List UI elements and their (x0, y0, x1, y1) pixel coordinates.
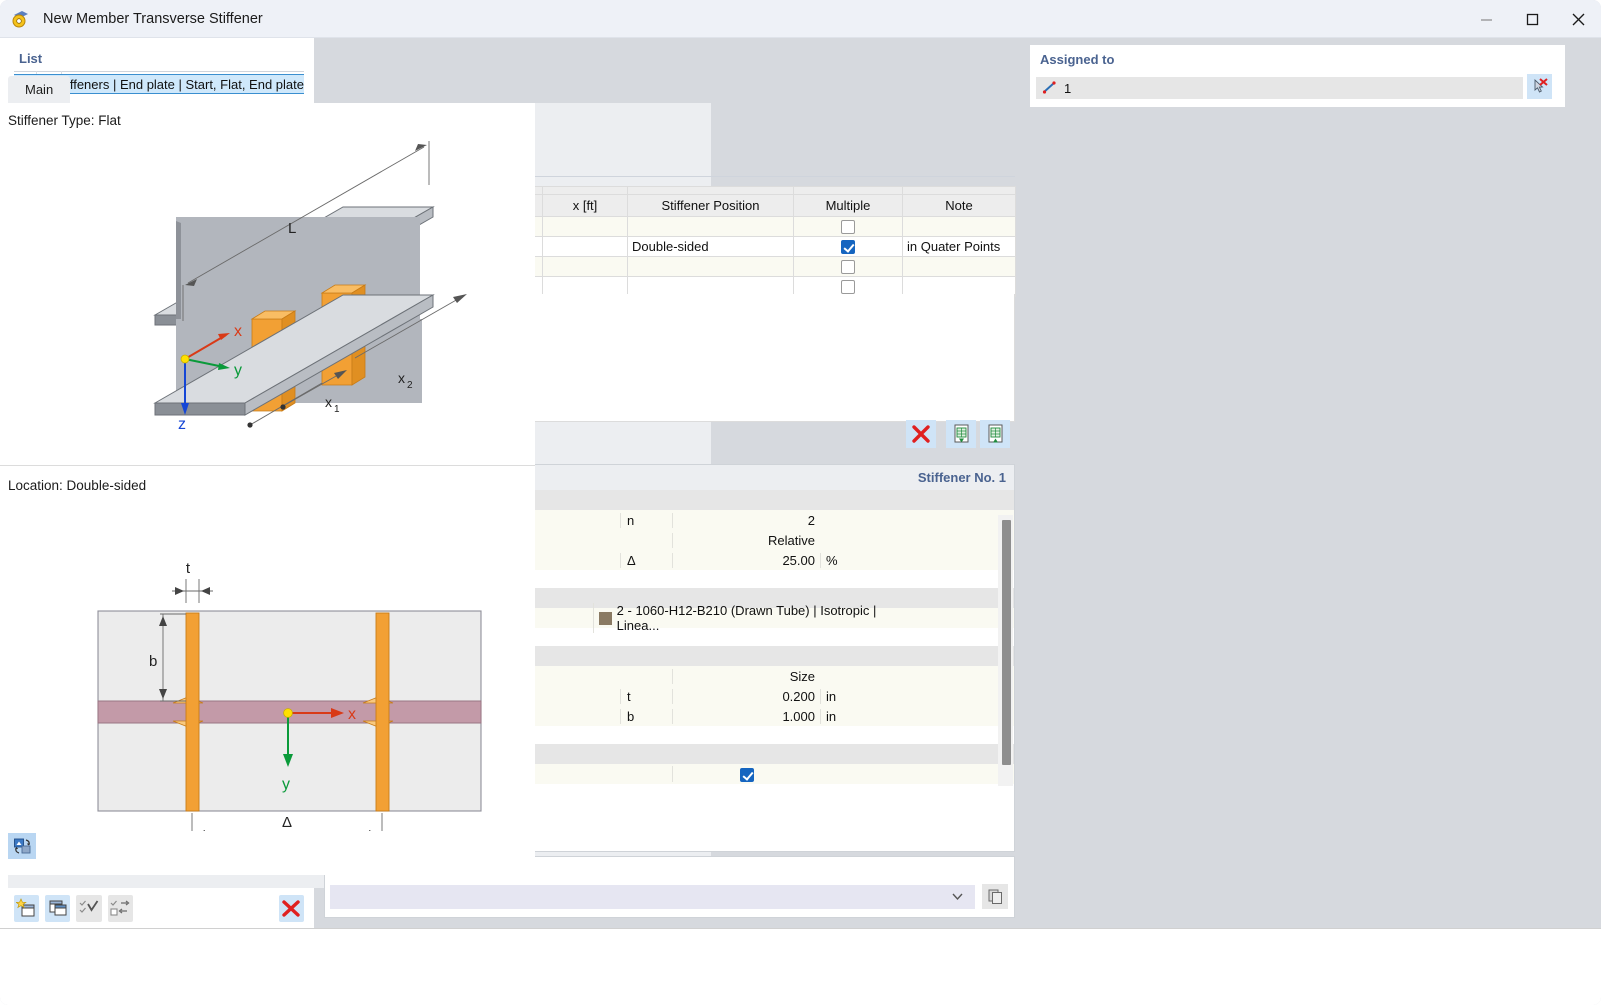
select-all-button[interactable] (76, 894, 102, 922)
maximize-icon[interactable] (1509, 0, 1555, 38)
annotation-x1: x (325, 394, 332, 410)
param-symbol: n (620, 512, 672, 528)
dialog-footer: ? 0,00 (0, 928, 1601, 1005)
invert-selection-button[interactable] (107, 894, 133, 922)
copy-comment-icon[interactable] (982, 884, 1008, 909)
param-checkbox-cell[interactable] (672, 766, 820, 782)
axis-y-label: y (234, 362, 242, 379)
cell-note[interactable] (902, 216, 1016, 237)
param-value[interactable]: Size (672, 668, 820, 684)
preview-bottom-label: Location: Double-sided (8, 478, 147, 493)
cell-x[interactable] (542, 216, 628, 237)
param-unit: % (820, 552, 992, 568)
preview-top-label: Stiffener Type: Flat (8, 113, 121, 128)
param-symbol: b (620, 708, 672, 724)
multiple-checkbox[interactable] (841, 220, 855, 235)
annotation-L: L (288, 220, 296, 237)
stiffener-app-icon (11, 9, 31, 29)
th-multiple[interactable]: Multiple (793, 194, 903, 217)
axis-z-label: z (178, 416, 186, 433)
cell-note[interactable]: in Quater Points (902, 236, 1016, 257)
chevron-down-icon[interactable] (950, 891, 965, 902)
new-item-button[interactable] (14, 894, 40, 922)
cell-multiple[interactable] (793, 216, 903, 237)
multiple-checkbox[interactable] (841, 240, 855, 255)
excel-export-icon (988, 424, 1002, 443)
assigned-value: 1 (1064, 80, 1072, 96)
param-value[interactable]: 0.200 (672, 688, 820, 704)
stiffener-no-label: Stiffener No. 1 (917, 470, 1006, 485)
cell-position[interactable] (627, 256, 794, 277)
section-diagram: t b x y Δ (97, 560, 482, 831)
annotation-b: b (149, 653, 157, 670)
multiple-checkbox[interactable] (841, 260, 855, 275)
tab-main[interactable]: Main (8, 76, 71, 103)
preview-panel: Stiffener Type: Flat L x 1 x 2 x y z Loc… (0, 103, 535, 875)
dialog-window: New Member Transverse Stiffener List 1 4… (0, 0, 1601, 1005)
param-value[interactable]: 25.00 (672, 552, 820, 568)
param-unit: in (820, 708, 992, 724)
beam-3d-diagram: L x 1 x 2 x y z (153, 141, 467, 433)
multiple-checkbox[interactable] (841, 280, 855, 295)
member-line-icon (1042, 81, 1058, 95)
param-unit: in (820, 688, 992, 704)
list-toolbar (14, 892, 305, 924)
pick-in-view-icon[interactable] (1527, 74, 1552, 99)
consider-stiffener-checkbox[interactable] (739, 767, 754, 782)
svg-text:2: 2 (407, 380, 413, 391)
preview-divider (0, 465, 535, 466)
param-symbol: t (620, 688, 672, 704)
material-color-swatch (599, 611, 612, 625)
param-value[interactable]: 2 - 1060-H12-B210 (Drawn Tube) | Isotrop… (617, 603, 906, 633)
cell-x[interactable] (542, 256, 628, 277)
delete-item-button[interactable] (278, 894, 305, 922)
import-excel-button[interactable] (946, 420, 976, 448)
excel-import-icon (954, 424, 968, 443)
cell-x[interactable] (542, 236, 628, 257)
parameters-scrollbar-thumb[interactable] (1002, 520, 1011, 765)
minimize-icon[interactable] (1463, 0, 1509, 38)
title-bar: New Member Transverse Stiffener (0, 0, 1601, 38)
th-stiffener-position[interactable]: Stiffener Position (627, 194, 794, 217)
axis-y-label-2: y (282, 776, 290, 793)
list-header-rule (14, 71, 304, 72)
cell-multiple[interactable] (793, 236, 903, 257)
param-value[interactable]: 2 (672, 512, 820, 528)
refresh-3d-view-icon[interactable] (8, 833, 36, 859)
cell-position[interactable] (627, 216, 794, 237)
copy-item-button[interactable] (45, 894, 71, 922)
param-value[interactable]: Relative (672, 532, 820, 548)
param-symbol: Δ (620, 552, 672, 568)
list-title: List (19, 51, 43, 66)
assigned-input[interactable]: 1 (1036, 77, 1523, 99)
assigned-label: Assigned to (1040, 52, 1115, 67)
export-excel-button[interactable] (980, 420, 1010, 448)
cell-position[interactable]: Double-sided (627, 236, 794, 257)
list-item-label: 4 Stiffeners | End plate | Start, Flat, … (43, 76, 304, 92)
close-icon[interactable] (1555, 0, 1601, 38)
th-x[interactable]: x [ft] (542, 194, 628, 217)
delete-row-button[interactable] (906, 420, 936, 448)
param-value[interactable]: 1.000 (672, 708, 820, 724)
annotation-t: t (186, 560, 191, 577)
axis-x-label-2: x (348, 706, 356, 723)
window-title: New Member Transverse Stiffener (43, 10, 263, 27)
comment-input[interactable] (330, 885, 975, 909)
cell-multiple[interactable] (793, 256, 903, 277)
red-x-icon (912, 425, 930, 443)
annotation-delta: Δ (282, 814, 292, 831)
axis-x-label: x (234, 323, 242, 340)
svg-text:1: 1 (334, 404, 340, 415)
cell-note[interactable] (902, 256, 1016, 277)
th-note[interactable]: Note (902, 194, 1016, 217)
annotation-x2: x (398, 370, 405, 386)
